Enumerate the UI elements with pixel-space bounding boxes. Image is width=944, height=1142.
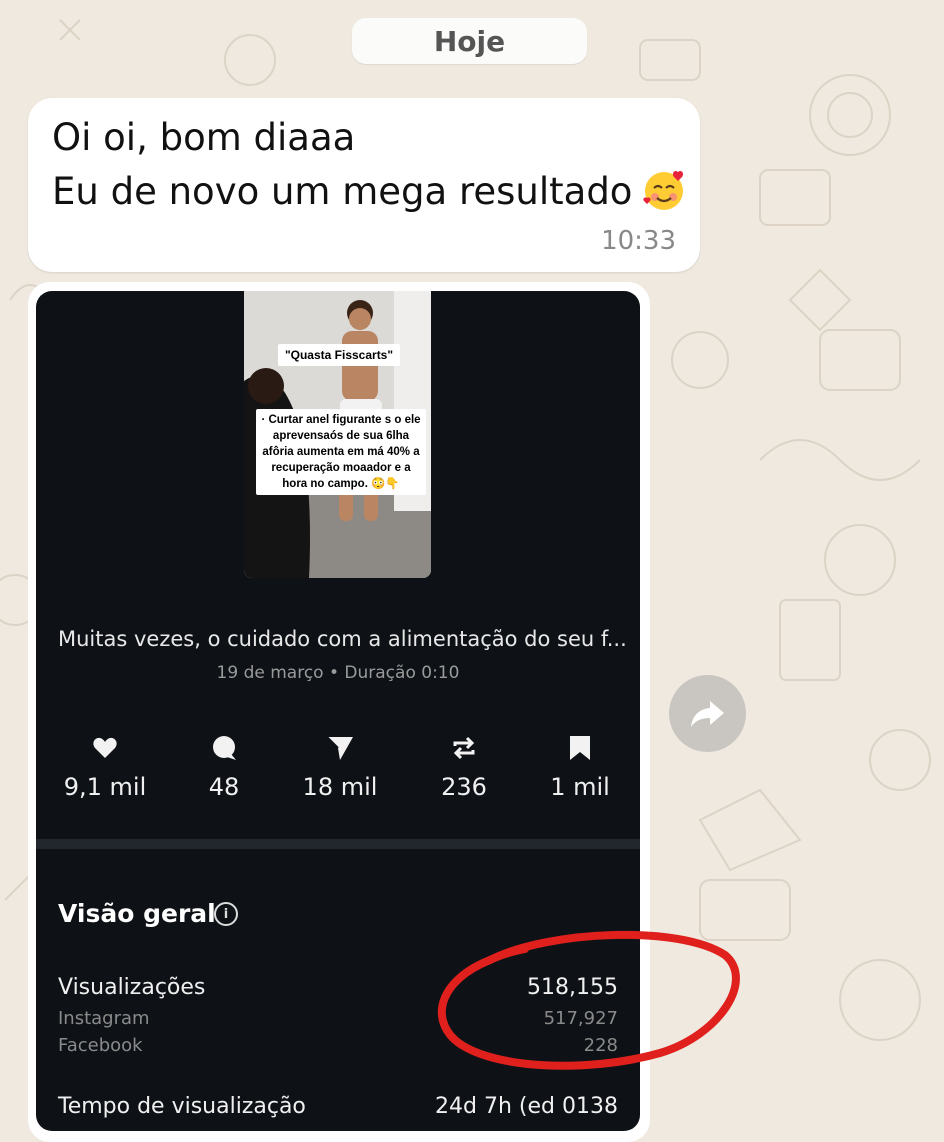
date-separator: Hoje bbox=[352, 18, 587, 64]
row-label: Tempo de visualização bbox=[58, 1094, 306, 1119]
thumbnail-title: "Quasta Fisscarts" bbox=[278, 344, 400, 366]
stat-value: 236 bbox=[441, 773, 487, 801]
forward-icon bbox=[690, 700, 724, 727]
info-icon[interactable]: i bbox=[214, 902, 238, 926]
stat-likes: 9,1 mil bbox=[45, 731, 165, 801]
row-value: 24d 7h (ed 0138 bbox=[435, 1094, 618, 1119]
post-thumbnail[interactable]: "Quasta Fisscarts" · Curtar anel figuran… bbox=[244, 291, 431, 578]
message-line-2: Eu de novo um mega resultado bbox=[52, 168, 686, 213]
stat-value: 9,1 mil bbox=[63, 773, 147, 801]
stat-value: 1 mil bbox=[550, 773, 610, 801]
post-caption: Muitas vezes, o cuidado com a alimentaçã… bbox=[58, 627, 627, 651]
section-divider bbox=[36, 839, 640, 849]
message-bubble[interactable]: Oi oi, bom diaaa Eu de novo um mega resu… bbox=[28, 98, 700, 272]
stat-value: 48 bbox=[208, 773, 240, 801]
forward-button[interactable] bbox=[669, 675, 746, 752]
row-label: Instagram bbox=[58, 1008, 150, 1029]
overview-title: Visão geral bbox=[58, 899, 216, 928]
send-icon bbox=[326, 736, 353, 760]
repost-icon bbox=[453, 736, 475, 760]
row-label: Facebook bbox=[58, 1035, 143, 1056]
thumbnail-caption: · Curtar anel figurante s o ele aprevens… bbox=[256, 409, 426, 495]
stat-comments: 48 bbox=[164, 731, 284, 801]
stat-shares: 18 mil bbox=[280, 731, 400, 801]
red-circle-annotation bbox=[437, 930, 740, 1070]
heart-icon bbox=[93, 737, 117, 758]
smiling-face-with-hearts-icon bbox=[643, 170, 684, 210]
stat-saves: 1 mil bbox=[520, 731, 640, 801]
message-timestamp: 10:33 bbox=[601, 226, 676, 256]
comment-icon bbox=[213, 736, 236, 760]
stat-reposts: 236 bbox=[404, 731, 524, 801]
bookmark-icon bbox=[570, 736, 590, 760]
post-meta: 19 de março • Duração 0:10 bbox=[216, 663, 460, 683]
row-label: Visualizações bbox=[58, 975, 206, 1000]
stat-value: 18 mil bbox=[302, 773, 378, 801]
message-line-1: Oi oi, bom diaaa bbox=[52, 116, 356, 159]
